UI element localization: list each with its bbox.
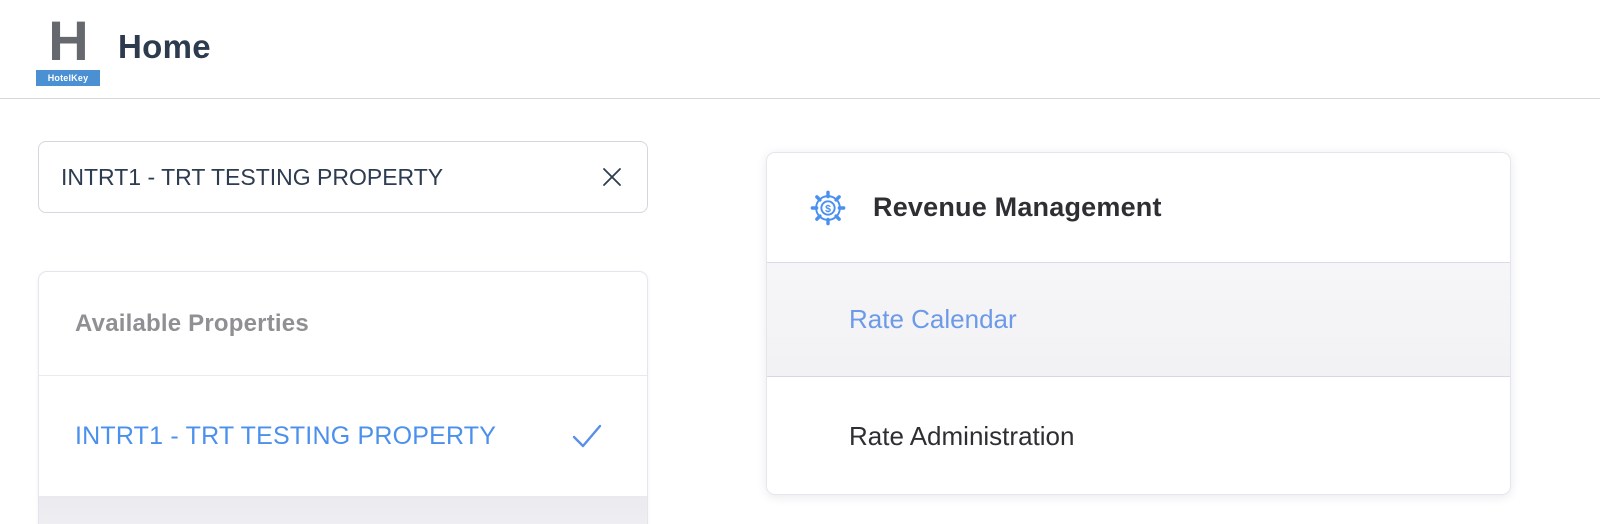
property-search-box (38, 141, 648, 213)
check-icon (571, 423, 603, 449)
home-page: H HotelKey Home Available Properties INT… (0, 0, 1600, 524)
available-properties-card: Available Properties INTRT1 - TRT TESTIN… (38, 271, 648, 524)
close-icon (600, 165, 624, 189)
menu-item-rate-calendar[interactable]: Rate Calendar (767, 262, 1510, 377)
page-title: Home (118, 28, 211, 66)
property-list-item-label: INTRT1 - TRT TESTING PROPERTY (75, 422, 571, 451)
available-properties-header: Available Properties (39, 272, 647, 376)
menu-item-label: Rate Administration (849, 421, 1074, 452)
svg-text:$: $ (825, 203, 831, 214)
logo-brand-label: HotelKey (36, 70, 100, 86)
revenue-management-title: Revenue Management (873, 192, 1162, 223)
available-properties-title: Available Properties (75, 310, 309, 338)
hotelkey-logo[interactable]: H HotelKey (36, 12, 100, 86)
menu-item-label: Rate Calendar (849, 304, 1017, 335)
logo-letter: H (36, 12, 100, 70)
app-header: H HotelKey Home (0, 0, 1600, 99)
revenue-management-header: $ Revenue Management (767, 153, 1510, 262)
property-list-item[interactable]: INTRT1 - TRT TESTING PROPERTY (39, 376, 647, 497)
menu-item-rate-administration[interactable]: Rate Administration (767, 377, 1510, 495)
property-search-input[interactable] (61, 142, 601, 212)
gear-dollar-icon: $ (809, 189, 847, 227)
revenue-management-card: $ Revenue Management Rate Calendar Rate … (766, 152, 1511, 495)
property-list-next-row-partial (39, 497, 647, 524)
clear-search-button[interactable] (595, 160, 629, 194)
